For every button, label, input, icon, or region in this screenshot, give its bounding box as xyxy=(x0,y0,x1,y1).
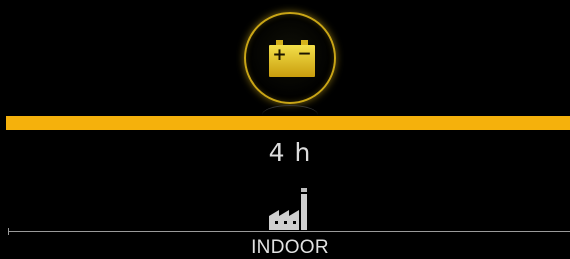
battery-minus-sign: − xyxy=(297,44,311,64)
battery-plus-sign: + xyxy=(272,45,286,65)
charge-progress-bar xyxy=(6,116,570,130)
duration-value: 4 h xyxy=(268,138,312,167)
ground-line xyxy=(8,231,570,232)
battery-button[interactable]: + − xyxy=(244,12,336,104)
mode-label: INDOOR xyxy=(251,237,329,258)
battery-icon: + − xyxy=(269,40,315,77)
factory-icon xyxy=(269,188,307,230)
charge-progress-fill xyxy=(6,116,570,130)
